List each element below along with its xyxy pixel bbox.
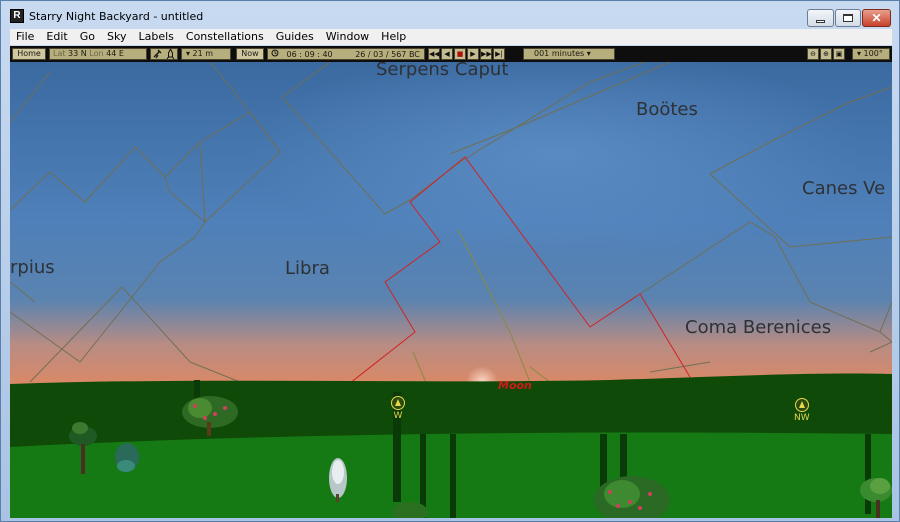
telescope-icon[interactable]	[153, 49, 162, 59]
home-button[interactable]: Home	[12, 48, 46, 60]
now-button[interactable]: Now	[236, 48, 264, 60]
elevation-dropdown[interactable]: ▾ 21 m	[181, 48, 231, 60]
menu-window[interactable]: Window	[320, 29, 375, 45]
menu-guides[interactable]: Guides	[270, 29, 320, 45]
time-field[interactable]: 06 : 09 : 40 26 / 03 / 567 BC	[267, 48, 425, 60]
menu-edit[interactable]: Edit	[40, 29, 73, 45]
compass-label: NW	[794, 413, 810, 423]
menu-go[interactable]: Go	[74, 29, 101, 45]
minimize-button[interactable]	[807, 9, 834, 27]
clock-icon	[271, 49, 282, 59]
sky-view[interactable]: Serpens Caput Boötes Canes Ve rpius Libr…	[10, 62, 892, 518]
step-back-button[interactable]: ◀	[441, 48, 453, 60]
time-step-dropdown[interactable]: 001 minutes ▾	[523, 48, 615, 60]
tree-trunk	[450, 434, 456, 518]
playback-controls: ◀◀ ◀ ■ ▶ ▶▶ ▶|	[428, 48, 520, 60]
close-icon: ✕	[871, 11, 882, 25]
constellation-label-bootes[interactable]: Boötes	[636, 99, 698, 120]
menu-constellations[interactable]: Constellations	[180, 29, 270, 45]
time-value: 06 : 09 : 40	[286, 50, 333, 59]
location-field[interactable]: Lat 33 N Lon 44 E	[49, 48, 147, 60]
lon-label: Lon	[89, 49, 104, 58]
menu-help[interactable]: Help	[375, 29, 412, 45]
toolbar: Home Lat 33 N Lon 44 E ▾ 21 m Now 06 : 0…	[10, 46, 892, 62]
menu-file[interactable]: File	[10, 29, 40, 45]
rewind-button[interactable]: ◀◀	[428, 48, 440, 60]
title-bar[interactable]: R Starry Night Backyard - untitled ✕	[1, 1, 899, 29]
maximize-icon	[843, 14, 853, 22]
minimize-icon	[816, 19, 825, 23]
compass-arrow-icon	[794, 398, 809, 412]
menu-bar: File Edit Go Sky Labels Constellations G…	[10, 29, 892, 45]
zoom-out-button[interactable]: ⊖	[807, 48, 819, 60]
constellation-label-scorpius[interactable]: rpius	[10, 257, 55, 278]
moon-label[interactable]: Moon	[498, 379, 532, 392]
stop-button[interactable]: ■	[454, 48, 466, 60]
tree-trunk	[865, 434, 871, 514]
constellation-label-serpens-caput[interactable]: Serpens Caput	[376, 62, 508, 80]
constellation-label-coma-berenices[interactable]: Coma Berenices	[685, 317, 831, 338]
close-button[interactable]: ✕	[862, 9, 891, 27]
zoom-in-button[interactable]: ⊕	[820, 48, 832, 60]
lat-value: 33 N	[68, 49, 87, 58]
app-window: R Starry Night Backyard - untitled ✕ Fil…	[0, 0, 900, 522]
play-button[interactable]: ▶	[467, 48, 479, 60]
compass-marker-west[interactable]: W	[391, 396, 405, 421]
step-forward-button[interactable]: ▶|	[493, 48, 505, 60]
sky-canvas	[10, 62, 892, 518]
viewpoint-tools	[150, 47, 178, 60]
maximize-button[interactable]	[835, 9, 861, 27]
zoom-controls: ⊖ ⊕ ▣	[807, 48, 849, 60]
menu-labels[interactable]: Labels	[132, 29, 179, 45]
constellation-label-canes-venatici[interactable]: Canes Ve	[802, 178, 885, 199]
fast-forward-button[interactable]: ▶▶	[480, 48, 492, 60]
menu-sky[interactable]: Sky	[101, 29, 132, 45]
lon-value: 44 E	[106, 49, 124, 58]
field-of-view-dropdown[interactable]: ▾ 100°	[852, 48, 890, 60]
zoom-fit-button[interactable]: ▣	[833, 48, 845, 60]
compass-arrow-icon	[391, 396, 405, 410]
date-value: 26 / 03 / 567 BC	[355, 50, 420, 59]
lat-label: Lat	[53, 49, 66, 58]
window-title: Starry Night Backyard - untitled	[29, 10, 204, 23]
app-telescope-icon[interactable]: R	[10, 9, 24, 23]
rocket-icon[interactable]	[166, 47, 175, 60]
compass-marker-northwest[interactable]: NW	[794, 398, 810, 423]
compass-label: W	[393, 411, 403, 421]
constellation-label-libra[interactable]: Libra	[285, 258, 330, 279]
